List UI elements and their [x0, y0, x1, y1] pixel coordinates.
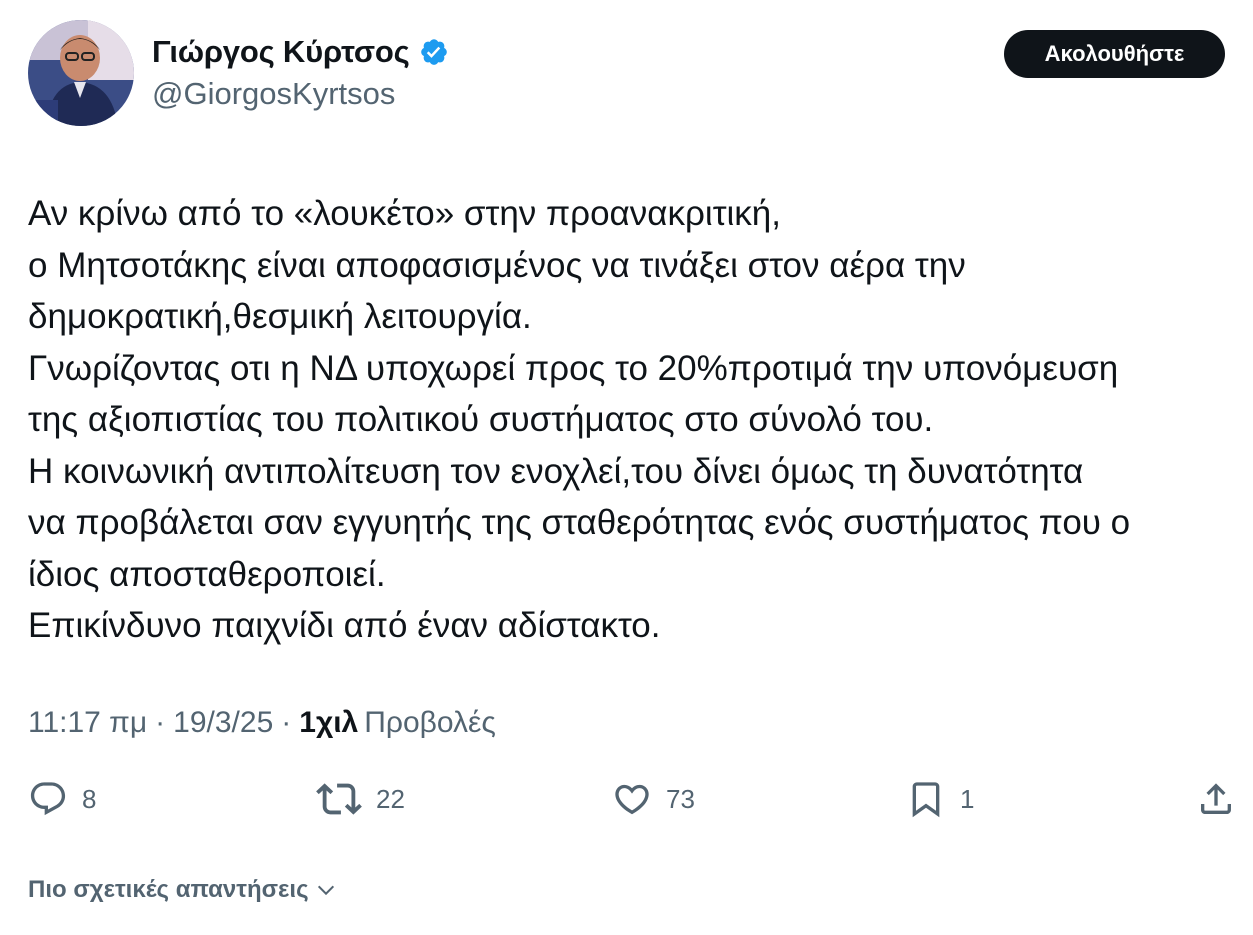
- chevron-down-icon: [317, 885, 334, 896]
- profile-photo-icon: [28, 20, 134, 126]
- follow-button[interactable]: Ακολουθήστε: [1004, 30, 1225, 78]
- tweet-line: να προβάλεται σαν εγγυητής της σταθερότη…: [28, 503, 1131, 542]
- sort-replies-dropdown[interactable]: Πιο σχετικές απαντήσεις: [28, 868, 337, 912]
- bookmark-icon: [912, 782, 940, 818]
- avatar[interactable]: [28, 20, 134, 126]
- tweet-line: Επικίνδυνο παιχνίδι από έναν αδίστακτο.: [28, 606, 661, 645]
- repost-icon: [316, 783, 362, 815]
- tweet-line: δημοκρατική,θεσμική λειτουργία.: [28, 297, 532, 336]
- views-count: 1χιλ: [299, 706, 359, 739]
- reply-count: 8: [82, 783, 97, 814]
- tweet-line: ο Μητσοτάκης είναι αποφασισμένος να τινά…: [28, 245, 966, 285]
- tweet-date[interactable]: 19/3/25: [173, 706, 273, 740]
- tweet-line: Η κοινωνική αντιπολίτευση τον ενοχλεί,το…: [28, 451, 1084, 491]
- tweet-line: της αξιοπιστίας του πολιτικού συστήματος…: [28, 400, 934, 439]
- reply-button[interactable]: 8: [28, 776, 96, 822]
- share-icon: [1201, 783, 1231, 814]
- tweet-text: Αν κρίνω από το «λουκέτο» στην προανακρι…: [28, 188, 1250, 652]
- bookmark-count: 1: [960, 783, 975, 814]
- author-display-name[interactable]: Γιώργος Κύρτσος: [152, 34, 410, 70]
- share-button[interactable]: [1196, 776, 1236, 822]
- tweet-line: ίδιος αποσταθεροποιεί.: [28, 554, 386, 594]
- sort-replies-label: Πιο σχετικές απαντήσεις: [28, 876, 309, 903]
- meta-separator: ·: [155, 706, 166, 739]
- author-handle[interactable]: @GiorgosKyrtsos: [152, 76, 395, 112]
- reply-icon: [30, 782, 66, 816]
- author-name-row[interactable]: Γιώργος Κύρτσος: [152, 30, 449, 74]
- meta-separator: ·: [281, 706, 292, 739]
- views-label: Προβολές: [364, 706, 496, 739]
- tweet-line: Αν κρίνω από το «λουκέτο» στην προανακρι…: [28, 194, 781, 233]
- like-count: 73: [666, 783, 695, 814]
- heart-icon: [615, 784, 649, 815]
- like-button[interactable]: 73: [612, 776, 695, 822]
- tweet-meta: 11:17 πμ · 19/3/25 · 1χιλ Προβολές: [28, 700, 496, 746]
- repost-count: 22: [376, 783, 405, 814]
- bookmark-button[interactable]: 1: [906, 776, 974, 822]
- verified-badge-icon[interactable]: [419, 37, 449, 67]
- tweet-time[interactable]: 11:17 πμ: [28, 706, 147, 740]
- repost-button[interactable]: 22: [316, 776, 405, 822]
- tweet-line: Γνωρίζοντας οτι η ΝΔ υποχωρεί προς το 20…: [28, 348, 1119, 388]
